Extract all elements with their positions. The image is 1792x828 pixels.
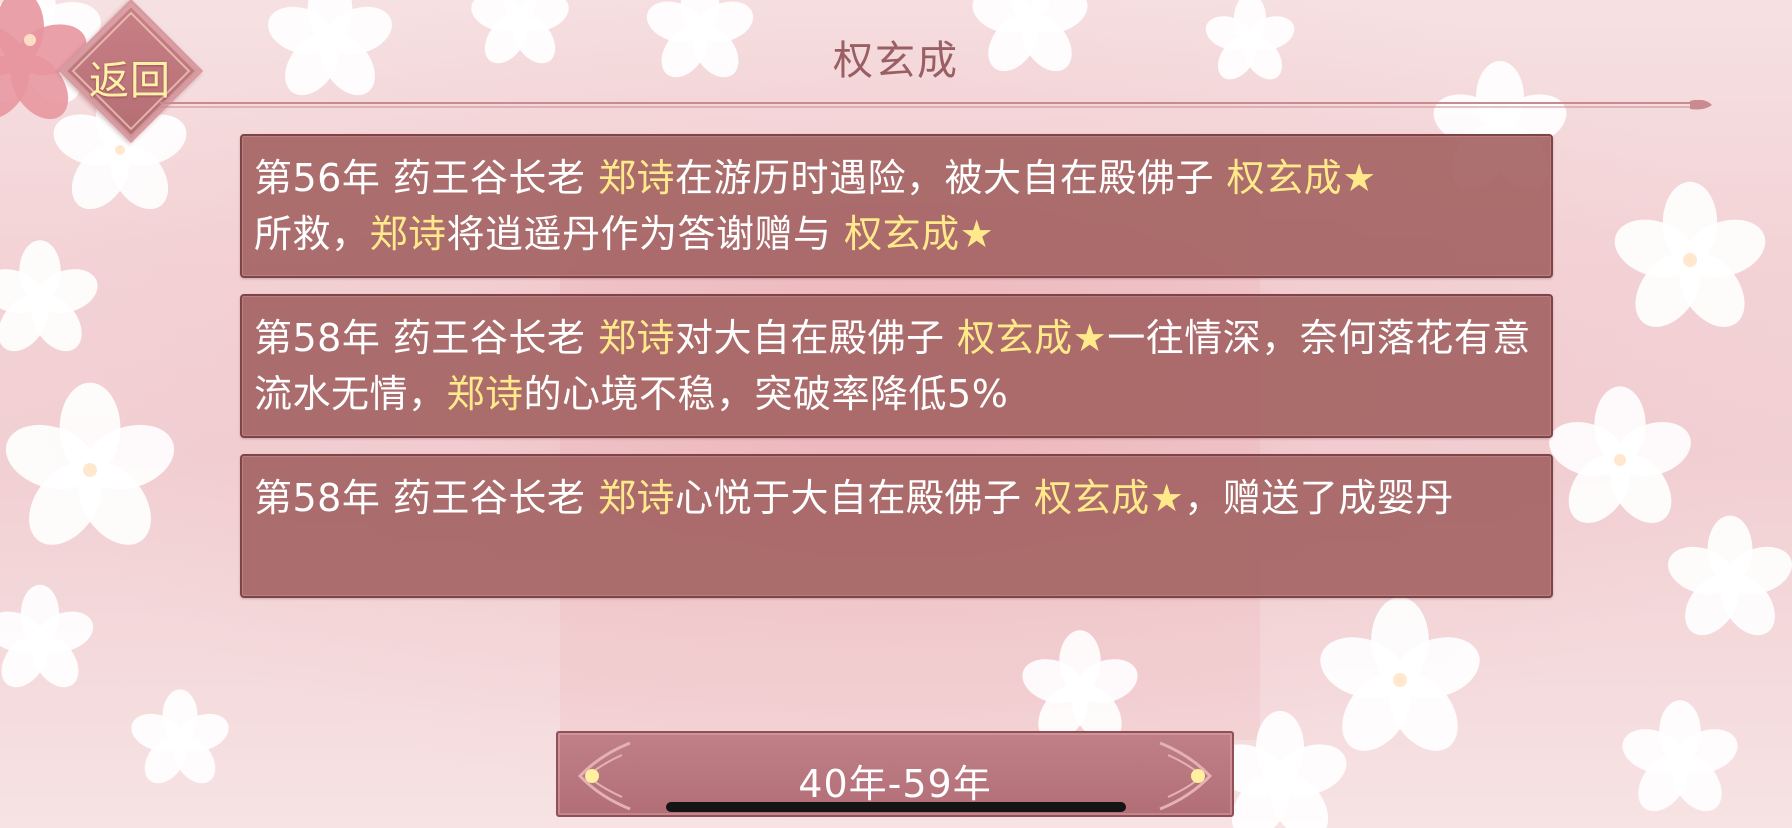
character-name[interactable]: 郑诗 [598,476,675,520]
event-list: 第56年 药王谷长老 郑诗在游历时遇险，被大自在殿佛子 权玄成★ 所救，郑诗将逍遥… [240,134,1553,614]
event-text: ，赠送了成婴丹 [1184,476,1454,520]
event-card: 第58年 药王谷长老 郑诗对大自在殿佛子 权玄成★一往情深，奈何落花有意流水无情… [240,294,1553,438]
character-name[interactable]: 郑诗 [370,212,447,256]
event-text: 第58年 药王谷长老 [254,316,599,360]
character-name[interactable]: 权玄成★ [1034,476,1184,520]
event-text: 在游历时遇险，被大自在殿佛子 [675,156,1227,200]
home-indicator[interactable] [666,802,1126,812]
event-text: 所救， [254,212,370,256]
event-text: 将逍遥丹作为答谢赠与 [446,212,845,256]
character-name[interactable]: 郑诗 [598,156,675,200]
event-card: 第58年 药王谷长老 郑诗心悦于大自在殿佛子 权玄成★，赠送了成婴丹 [240,454,1553,598]
character-name[interactable]: 郑诗 [447,372,524,416]
page-title: 权玄成 [833,38,959,84]
character-name[interactable]: 权玄成★ [844,212,994,256]
character-name[interactable]: 郑诗 [598,316,675,360]
character-name[interactable]: 权玄成★ [1227,156,1377,200]
character-name[interactable]: 权玄成★ [957,316,1107,360]
next-period-arrow-icon[interactable] [1142,733,1222,819]
event-text: 的心境不稳，突破率降低5% [523,372,1009,416]
period-label: 40年-59年 [798,762,992,806]
event-text: 第56年 药王谷长老 [254,156,599,200]
event-text: 对大自在殿佛子 [675,316,958,360]
title-divider [160,100,1712,110]
event-card: 第56年 药王谷长老 郑诗在游历时遇险，被大自在殿佛子 权玄成★ 所救，郑诗将逍遥… [240,134,1553,278]
event-text: 心悦于大自在殿佛子 [675,476,1035,520]
event-text: 第58年 药王谷长老 [254,476,599,520]
